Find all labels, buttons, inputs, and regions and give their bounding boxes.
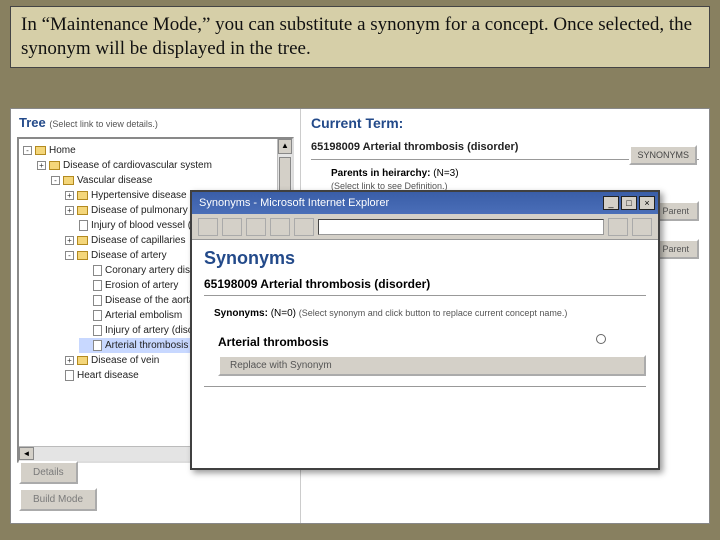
go-button[interactable] <box>608 218 628 236</box>
expand-toggle[interactable]: + <box>65 236 74 245</box>
tree-item-label: Arterial embolism <box>105 308 182 323</box>
page-icon <box>93 265 102 276</box>
tree-subtitle: (Select link to view details.) <box>49 119 158 129</box>
popup-divider-2 <box>204 386 646 387</box>
page-icon <box>93 310 102 321</box>
parents-label: Parents in heirarchy: <box>331 168 430 179</box>
tree-title: Tree <box>19 115 46 130</box>
synonyms-count: (N=0) <box>271 308 296 319</box>
address-bar[interactable] <box>318 219 604 235</box>
back-button[interactable] <box>198 218 218 236</box>
tree-item-label: Disease of cardiovascular system <box>63 158 212 173</box>
page-icon <box>65 370 74 381</box>
folder-icon <box>77 191 88 200</box>
current-term-header: Current Term: <box>311 115 699 131</box>
synonyms-hint: (Select synonym and click button to repl… <box>299 308 568 318</box>
popup-heading: Synonyms <box>204 248 646 269</box>
page-icon <box>93 325 102 336</box>
scroll-up-button[interactable]: ▲ <box>278 139 292 154</box>
page-icon <box>93 340 102 351</box>
maximize-button[interactable]: □ <box>621 196 637 210</box>
expand-toggle[interactable]: + <box>37 161 46 170</box>
expand-toggle[interactable]: - <box>23 146 32 155</box>
page-icon <box>93 295 102 306</box>
folder-icon <box>77 356 88 365</box>
expand-toggle[interactable]: + <box>65 191 74 200</box>
synonyms-label: Synonyms: <box>214 308 268 319</box>
tree-item-label: Home <box>49 143 76 158</box>
tree-item-label: Disease of vein <box>91 353 159 368</box>
folder-icon <box>77 206 88 215</box>
popup-titlebar[interactable]: Synonyms - Microsoft Internet Explorer _… <box>192 192 658 214</box>
parents-count: (N=3) <box>433 168 458 179</box>
home-button[interactable] <box>294 218 314 236</box>
synonym-entry[interactable]: Arterial thrombosis <box>218 335 329 349</box>
tree-item[interactable]: + Disease of cardiovascular system <box>37 158 288 173</box>
minimize-button[interactable]: _ <box>603 196 619 210</box>
page-icon <box>93 280 102 291</box>
tree-item-label: Erosion of artery <box>105 278 178 293</box>
instruction-caption: In “Maintenance Mode,” you can substitut… <box>10 6 710 68</box>
popup-term: 65198009 Arterial thrombosis (disorder) <box>204 277 646 291</box>
folder-icon <box>77 251 88 260</box>
forward-button[interactable] <box>222 218 242 236</box>
page-icon <box>79 220 88 231</box>
scroll-left-button[interactable]: ◄ <box>19 447 34 460</box>
tree-header: Tree (Select link to view details.) <box>11 109 300 132</box>
stop-button[interactable] <box>246 218 266 236</box>
expand-toggle[interactable]: - <box>65 251 74 260</box>
refresh-button[interactable] <box>270 218 290 236</box>
tree-item-label: Vascular disease <box>77 173 152 188</box>
popup-divider <box>204 295 646 296</box>
synonym-radio[interactable] <box>596 334 606 344</box>
close-button[interactable]: × <box>639 196 655 210</box>
folder-icon <box>77 236 88 245</box>
tree-item[interactable]: - Home <box>23 143 288 158</box>
expand-toggle[interactable]: + <box>65 356 74 365</box>
synonyms-popup-window: Synonyms - Microsoft Internet Explorer _… <box>190 190 660 470</box>
tree-item-label: Heart disease <box>77 368 139 383</box>
folder-icon <box>49 161 60 170</box>
folder-icon <box>63 176 74 185</box>
folder-icon <box>35 146 46 155</box>
tree-item-label: Hypertensive disease <box>91 188 187 203</box>
links-button[interactable] <box>632 218 652 236</box>
expand-toggle[interactable]: - <box>51 176 60 185</box>
details-button[interactable]: Details <box>19 461 78 484</box>
build-mode-button[interactable]: Build Mode <box>19 488 97 511</box>
popup-title: Synonyms - Microsoft Internet Explorer <box>195 197 389 209</box>
synonyms-button[interactable]: SYNONYMS <box>629 145 697 165</box>
popup-body: Synonyms 65198009 Arterial thrombosis (d… <box>192 240 658 403</box>
synonyms-line: Synonyms: (N=0) (Select synonym and clic… <box>214 308 646 319</box>
tree-item-label: Disease of capillaries <box>91 233 186 248</box>
replace-with-synonym-button[interactable]: Replace with Synonym <box>218 355 646 376</box>
tree-item[interactable]: - Vascular disease <box>51 173 288 188</box>
popup-toolbar <box>192 214 658 240</box>
expand-toggle[interactable]: + <box>65 206 74 215</box>
tree-item-label: Disease of the aorta <box>105 293 195 308</box>
parents-heading: Parents in heirarchy: (N=3) <box>331 168 699 179</box>
tree-item-label: Arterial thrombosis <box>105 338 188 353</box>
tree-item-label: Disease of artery <box>91 248 167 263</box>
